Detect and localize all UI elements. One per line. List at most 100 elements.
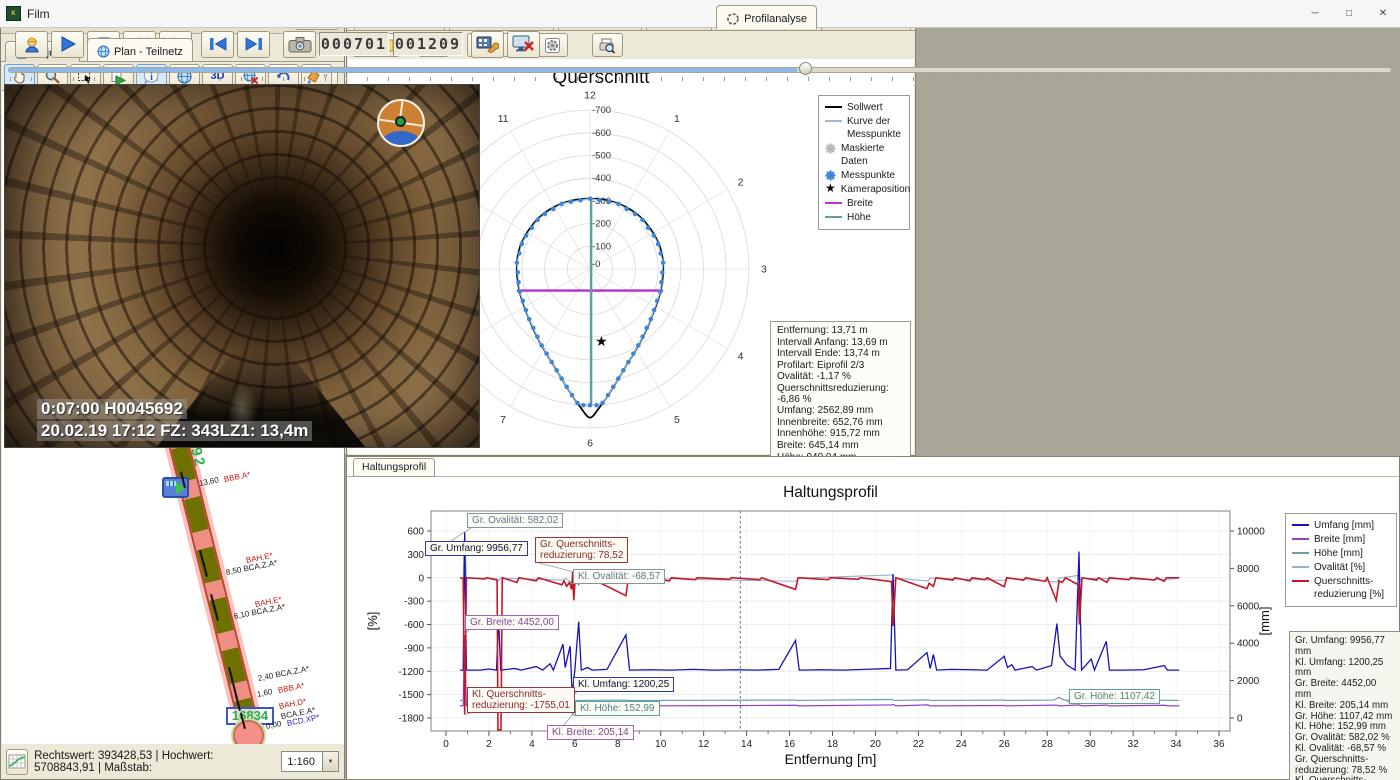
scale-select[interactable]: 1:160 ▼ [281,751,339,772]
svg-text:-500: -500 [592,151,611,162]
camera-position-marker: ★ [595,333,608,349]
film-seek-track[interactable] [8,67,1392,73]
film-seek-ticks [10,77,1390,81]
svg-text:2000: 2000 [1237,676,1260,687]
svg-text:Entfernung [m]: Entfernung [m] [785,751,877,767]
legend-item: ★Kameraposition [825,183,903,196]
annotation-kl-umfang-1200-25: Kl. Umfang: 1200,25 [573,677,674,692]
haltungsprofil-panel: Haltungsprofil Haltungsprofil6003000-300… [346,456,1400,780]
counter-position: 000701 [319,32,389,56]
svg-text:0: 0 [1237,714,1243,725]
svg-text:36: 36 [1213,739,1225,750]
film-settings-button[interactable] [471,31,504,58]
legend-item: Höhe [825,211,903,224]
stats-line: Kl. Querschnitts- [1295,776,1395,780]
station-label: BBB.A* [277,681,305,695]
video-frame[interactable]: 0:07:00 H0045692 20.02.19 17:12 FZ: 343L… [4,84,480,448]
tab-haltungsprofil[interactable]: Haltungsprofil [353,458,435,477]
svg-text:30: 30 [1085,739,1097,750]
film-window: K Film ─ □ ✕ ˅000701001209 0:07:00 H0045… [0,0,484,455]
svg-text:[%]: [%] [365,612,380,631]
svg-text:12: 12 [584,90,596,102]
svg-text:-400: -400 [592,173,611,184]
svg-text:20: 20 [870,739,882,750]
svg-text:-1200: -1200 [398,667,424,678]
stats-line: Gr. Breite: 4452,00 mm [1295,679,1395,701]
minimize-button[interactable]: ─ [1298,0,1332,27]
svg-text:-200: -200 [592,219,611,230]
haltungsprofil-legend: Umfang [mm]Breite [mm]Höhe [mm]Ovalität … [1285,513,1397,607]
svg-text:-100: -100 [592,241,611,252]
svg-text:22: 22 [913,739,925,750]
svg-text:11: 11 [498,113,509,125]
play-button[interactable] [51,31,84,58]
film-seek-fill [9,68,797,72]
svg-text:24: 24 [956,739,968,750]
svg-text:0: 0 [418,573,424,584]
svg-text:600: 600 [407,527,424,538]
coordinates-status: Rechtswert: 393428,53 | Hochwert: 570884… [34,750,275,774]
grid-curve-button[interactable] [6,749,28,775]
overlay-meta: 20.02.19 17:12 FZ: 343LZ1: 13,4m [37,421,312,441]
film-toolbar: ˅000701001209 [0,28,1400,60]
svg-text:34: 34 [1170,739,1182,750]
info-line: Innenbreite: 652,76 mm [777,418,904,429]
svg-text:5: 5 [674,414,680,426]
legend-item: Messpunkte [825,169,903,182]
svg-text:4000: 4000 [1237,639,1260,650]
film-seek-row [0,60,1400,82]
svg-text:8000: 8000 [1237,564,1260,575]
svg-text:-0: -0 [592,259,600,270]
counter-length: 001209 [393,32,463,56]
info-line: Breite: 645,14 mm [777,441,904,452]
info-line: Intervall Ende: 13,74 m [777,349,904,360]
info-line: Intervall Anfang: 13,69 m [777,338,904,349]
info-line: Innenhöhe: 915,72 mm [777,429,904,440]
legend-item: Breite [mm] [1292,533,1390,546]
disconnect-button[interactable] [507,31,540,58]
svg-text:8: 8 [615,739,621,750]
svg-text:4: 4 [529,739,535,750]
tab-profilanalyse[interactable]: Profilanalyse [716,5,817,29]
chevron-down-icon[interactable]: ▼ [322,752,338,771]
manhole-node[interactable] [233,720,264,745]
close-button[interactable]: ✕ [1366,0,1400,27]
operator-button[interactable] [15,31,48,58]
svg-text:32: 32 [1128,739,1140,750]
skip-end-button[interactable] [237,31,270,58]
svg-text:[mm]: [mm] [1257,607,1272,636]
legend-item: Querschnitts-reduzierung [%] [1292,575,1390,601]
map-statusbar: Rechtswert: 393428,53 | Hochwert: 570884… [1,744,344,779]
svg-text:18: 18 [827,739,839,750]
snapshot-button[interactable] [283,31,316,58]
stats-line: Kl. Breite: 205,14 mm [1295,701,1395,712]
svg-text:-900: -900 [404,643,424,654]
svg-text:300: 300 [407,550,424,561]
grid-curve-icon [8,754,26,769]
info-line: Ovalität: -1,17 % [777,372,904,383]
film-seek-handle[interactable] [799,62,812,75]
svg-text:7: 7 [500,414,506,426]
svg-text:14: 14 [741,739,753,750]
svg-text:0: 0 [443,739,449,750]
querschnitt-legend: SollwertKurve der MesspunkteMaskierte Da… [818,95,910,230]
svg-text:6: 6 [572,739,578,750]
app-logo-icon: K [6,6,21,21]
maximize-button[interactable]: □ [1332,0,1366,27]
station-label: BBB.A* [223,470,251,484]
skip-start-button[interactable] [201,31,234,58]
info-line: Entfernung: 13,71 m [777,326,904,337]
film-window-title: Film [27,7,50,21]
svg-text:2: 2 [486,739,492,750]
legend-item: Kurve der Messpunkte [825,115,903,141]
svg-text:3: 3 [761,264,767,276]
tab-plan-teilnetz[interactable]: Plan - Teilnetz [87,38,193,61]
film-titlebar: K Film ─ □ ✕ [0,0,1400,28]
legend-item: Breite [825,197,903,210]
scale-value: 1:160 [287,756,315,768]
overlay-timecode: 0:07:00 H0045692 [37,399,187,419]
annotation-gr-ovalität-582-02: Gr. Ovalität: 582,02 [467,513,563,528]
annotation-gr-querschnitts-: Gr. Querschnitts-reduzierung: 78,52 [535,537,628,563]
svg-text:Haltungsprofil: Haltungsprofil [783,484,878,501]
svg-text:12: 12 [698,739,710,750]
